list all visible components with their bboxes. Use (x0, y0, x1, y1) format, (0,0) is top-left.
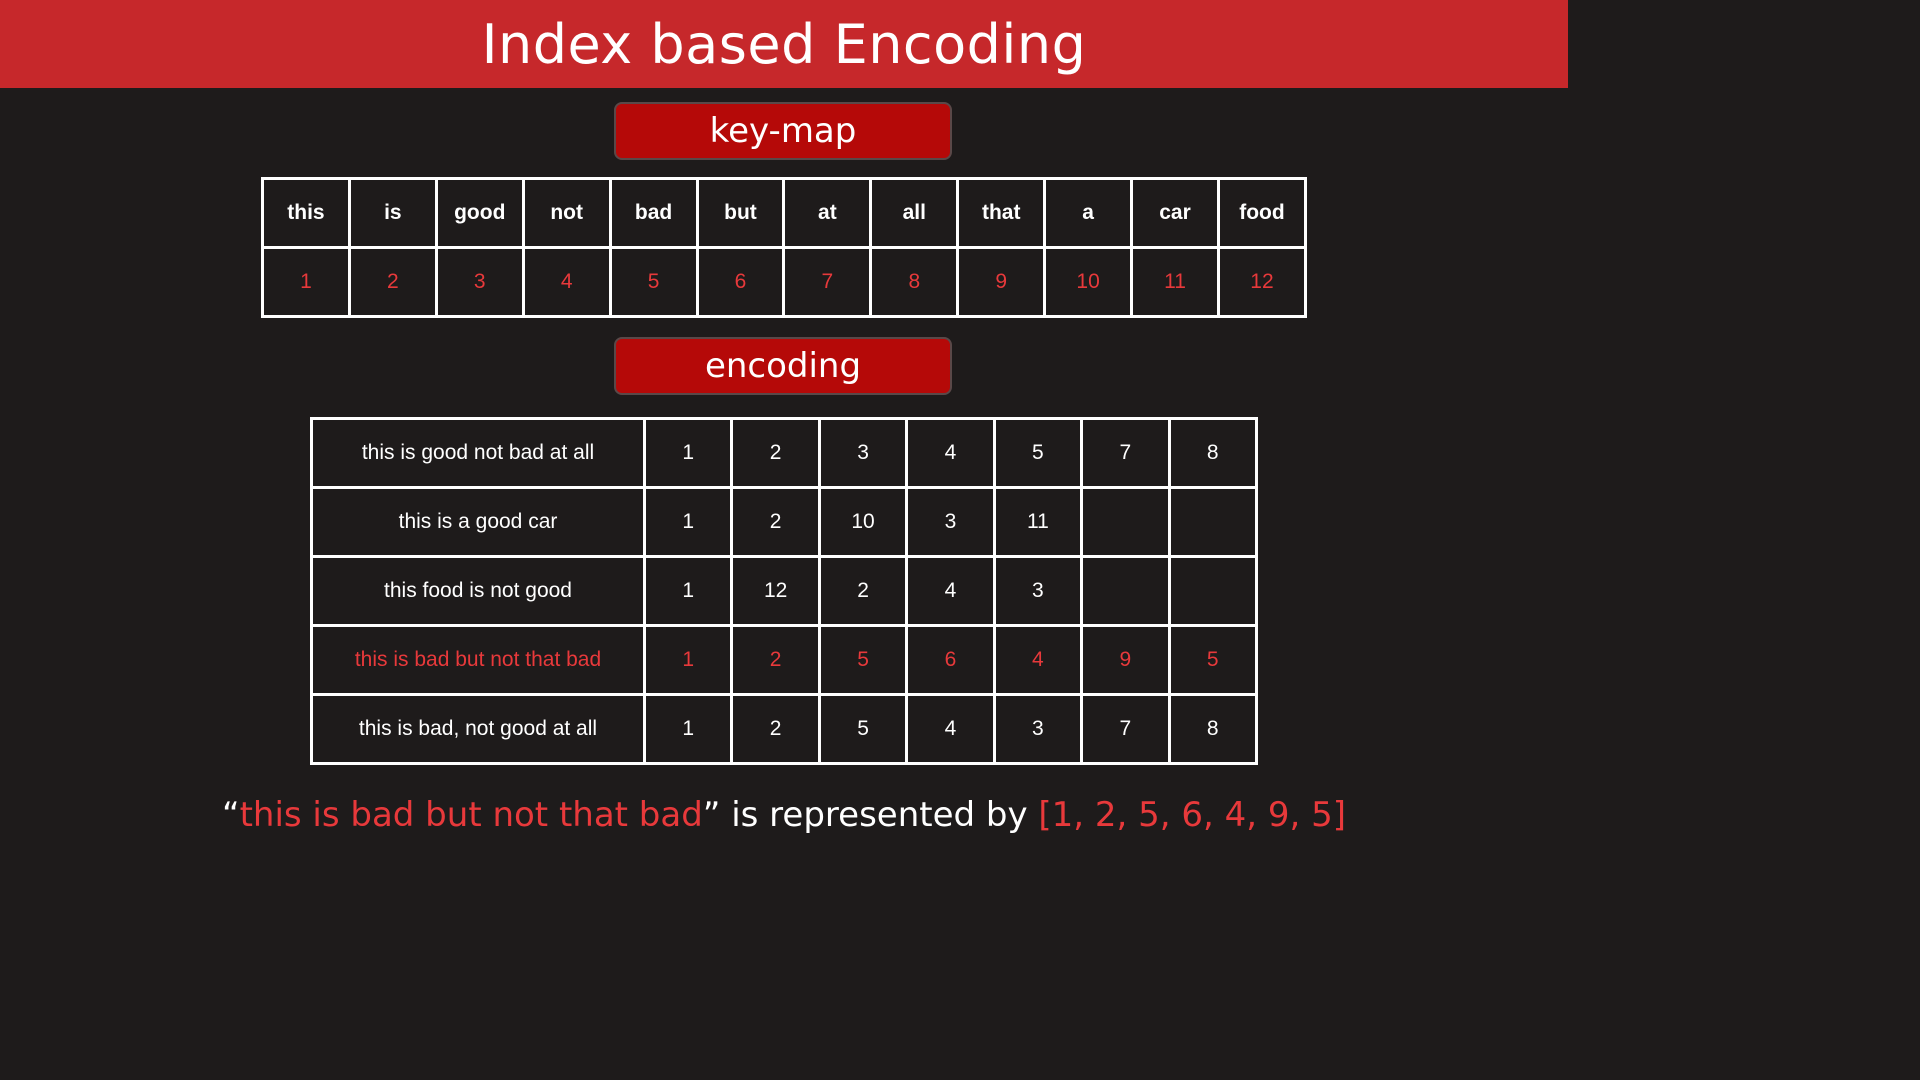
keymap-index: 10 (1043, 246, 1134, 318)
encoding-code: 4 (905, 693, 996, 765)
encoding-row: this is good not bad at all 1 2 3 4 5 7 … (310, 417, 1259, 489)
encoding-sentence: this is a good car (310, 486, 646, 558)
encoding-code: 2 (730, 624, 821, 696)
encoding-code: 8 (1167, 693, 1259, 765)
encoding-row-highlighted: this is bad but not that bad 1 2 5 6 4 9… (310, 624, 1259, 696)
title-bar: Index based Encoding (0, 0, 1568, 88)
keymap-word: is (347, 177, 438, 249)
keymap-index-row: 1 2 3 4 5 6 7 8 9 10 11 12 (261, 246, 1308, 318)
keymap-word: not (521, 177, 612, 249)
keymap-index: 11 (1130, 246, 1220, 318)
encoding-row: this is a good car 1 2 10 3 11 (310, 486, 1259, 558)
encoding-code: 4 (992, 624, 1084, 696)
keymap-index: 1 (261, 246, 351, 318)
encoding-row: this is bad, not good at all 1 2 5 4 3 7… (310, 693, 1259, 765)
encoding-code: 3 (992, 693, 1084, 765)
encoding-code: 12 (730, 555, 821, 627)
encoding-code: 1 (642, 486, 734, 558)
keymap-index: 3 (434, 246, 525, 318)
encoding-code: 5 (1167, 624, 1259, 696)
keymap-word: this (261, 177, 351, 249)
encoding-sentence: this is good not bad at all (310, 417, 646, 489)
page-title: Index based Encoding (481, 12, 1087, 76)
caption-sentence: this is bad but not that bad (239, 795, 703, 835)
keymap-index: 2 (347, 246, 438, 318)
encoding-code: 5 (992, 417, 1084, 489)
keymap-index: 12 (1216, 246, 1308, 318)
keymap-word: bad (608, 177, 699, 249)
encoding-table: this is good not bad at all 1 2 3 4 5 7 … (310, 417, 1259, 765)
encoding-code (1167, 555, 1259, 627)
encoding-row: this food is not good 1 12 2 4 3 (310, 555, 1259, 627)
encoding-code: 2 (730, 417, 821, 489)
encoding-code: 2 (817, 555, 909, 627)
keymap-words-row: this is good not bad but at all that a c… (261, 177, 1308, 249)
encoding-code: 9 (1080, 624, 1171, 696)
caption-vector: [1, 2, 5, 6, 4, 9, 5] (1038, 795, 1347, 835)
keymap-word: car (1130, 177, 1220, 249)
encoding-code: 3 (905, 486, 996, 558)
keymap-table: this is good not bad but at all that a c… (261, 177, 1308, 318)
keymap-word: a (1043, 177, 1134, 249)
encoding-code (1080, 486, 1171, 558)
encoding-code: 1 (642, 693, 734, 765)
encoding-code: 4 (905, 555, 996, 627)
encoding-code: 1 (642, 417, 734, 489)
keymap-index: 4 (521, 246, 612, 318)
encoding-code: 5 (817, 693, 909, 765)
keymap-label: key-map (614, 102, 952, 160)
encoding-code: 4 (905, 417, 996, 489)
summary-caption: “this is bad but not that bad” is repres… (0, 795, 1568, 835)
keymap-index: 8 (869, 246, 960, 318)
encoding-code (1167, 486, 1259, 558)
keymap-word: but (695, 177, 786, 249)
keymap-word: food (1216, 177, 1308, 249)
keymap-index: 6 (695, 246, 786, 318)
encoding-code: 11 (992, 486, 1084, 558)
caption-connector: ” is represented by (702, 795, 1039, 835)
encoding-code (1080, 555, 1171, 627)
encoding-code: 3 (992, 555, 1084, 627)
encoding-code: 3 (817, 417, 909, 489)
keymap-index: 5 (608, 246, 699, 318)
keymap-word: all (869, 177, 960, 249)
encoding-code: 2 (730, 486, 821, 558)
keymap-word: good (434, 177, 525, 249)
encoding-label: encoding (614, 337, 952, 395)
keymap-index: 9 (956, 246, 1047, 318)
encoding-sentence: this is bad but not that bad (310, 624, 646, 696)
keymap-word: that (956, 177, 1047, 249)
encoding-code: 7 (1080, 417, 1171, 489)
keymap-index: 7 (782, 246, 873, 318)
encoding-code: 1 (642, 624, 734, 696)
encoding-code: 1 (642, 555, 734, 627)
encoding-code: 8 (1167, 417, 1259, 489)
encoding-code: 2 (730, 693, 821, 765)
encoding-code: 7 (1080, 693, 1171, 765)
encoding-sentence: this food is not good (310, 555, 646, 627)
keymap-word: at (782, 177, 873, 249)
encoding-code: 6 (905, 624, 996, 696)
encoding-code: 10 (817, 486, 909, 558)
encoding-sentence: this is bad, not good at all (310, 693, 646, 765)
caption-open-quote: “ (221, 795, 240, 835)
encoding-code: 5 (817, 624, 909, 696)
